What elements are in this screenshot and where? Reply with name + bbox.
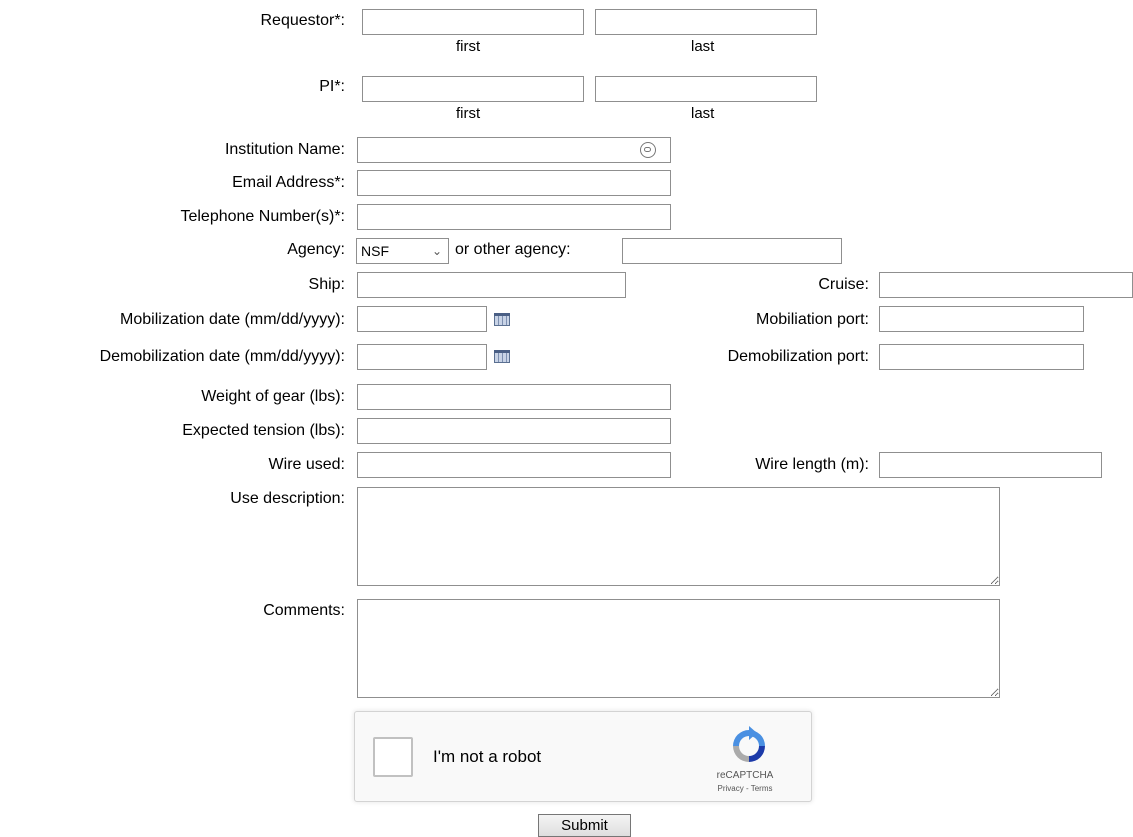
calendar-icon[interactable] — [494, 313, 510, 326]
submit-button[interactable]: Submit — [538, 814, 631, 837]
agency-selected-value: NSF — [361, 243, 389, 259]
wire-used-label: Wire used: — [268, 456, 345, 473]
email-input[interactable] — [357, 170, 671, 196]
recaptcha-checkbox[interactable] — [373, 737, 413, 777]
comments-label: Comments: — [263, 602, 345, 619]
chevron-down-icon: ⌄ — [431, 244, 442, 258]
pi-first-caption: first — [456, 105, 481, 122]
use-description-textarea[interactable] — [357, 487, 1000, 586]
mobilization-port-label: Mobiliation port: — [756, 311, 869, 328]
requestor-last-caption: last — [691, 38, 715, 55]
pi-label: PI*: — [319, 78, 345, 95]
wire-used-input[interactable] — [357, 452, 671, 478]
use-description-label: Use description: — [230, 490, 345, 507]
recaptcha-label: I'm not a robot — [433, 747, 542, 766]
requestor-last-input[interactable] — [595, 9, 817, 35]
institution-input[interactable] — [357, 137, 671, 163]
cruise-input[interactable] — [879, 272, 1133, 298]
mobilization-date-input[interactable] — [357, 306, 487, 332]
demobilization-date-input[interactable] — [357, 344, 487, 370]
weight-input[interactable] — [357, 384, 671, 410]
other-agency-input[interactable] — [622, 238, 842, 264]
recaptcha-brand: reCAPTCHA — [716, 770, 774, 781]
requestor-label: Requestor*: — [260, 12, 346, 29]
mobilization-port-input[interactable] — [879, 306, 1084, 332]
institution-label: Institution Name: — [224, 141, 345, 158]
demobilization-port-input[interactable] — [879, 344, 1084, 370]
recaptcha-logo-icon — [733, 726, 765, 762]
mobilization-date-label: Mobilization date (mm/dd/yyyy): — [120, 311, 345, 328]
recaptcha-privacy-terms-link[interactable]: Privacy - Terms — [695, 784, 795, 794]
pi-last-caption: last — [691, 105, 715, 122]
agency-label: Agency: — [287, 241, 345, 258]
password-manager-icon[interactable] — [640, 142, 656, 158]
calendar-icon[interactable] — [494, 350, 510, 363]
wire-length-label: Wire length (m): — [755, 456, 869, 473]
cruise-label: Cruise: — [818, 276, 869, 293]
other-agency-label: or other agency: — [455, 241, 571, 258]
telephone-label: Telephone Number(s)*: — [180, 208, 345, 225]
requestor-first-caption: first — [456, 38, 481, 55]
tension-input[interactable] — [357, 418, 671, 444]
ship-label: Ship: — [308, 276, 345, 293]
demobilization-date-label: Demobilization date (mm/dd/yyyy): — [99, 348, 345, 365]
pi-first-input[interactable] — [362, 76, 584, 102]
requestor-first-input[interactable] — [362, 9, 584, 35]
recaptcha-widget: I'm not a robot reCAPTCHA Privacy - Term… — [354, 711, 812, 802]
pi-last-input[interactable] — [595, 76, 817, 102]
demobilization-port-label: Demobilization port: — [727, 348, 869, 365]
comments-textarea[interactable] — [357, 599, 1000, 698]
email-label: Email Address*: — [232, 174, 345, 191]
ship-input[interactable] — [357, 272, 626, 298]
weight-label: Weight of gear (lbs): — [201, 388, 345, 405]
telephone-input[interactable] — [357, 204, 671, 230]
agency-select[interactable]: NSF ⌄ — [356, 238, 449, 264]
tension-label: Expected tension (lbs): — [182, 422, 345, 439]
wire-length-input[interactable] — [879, 452, 1102, 478]
